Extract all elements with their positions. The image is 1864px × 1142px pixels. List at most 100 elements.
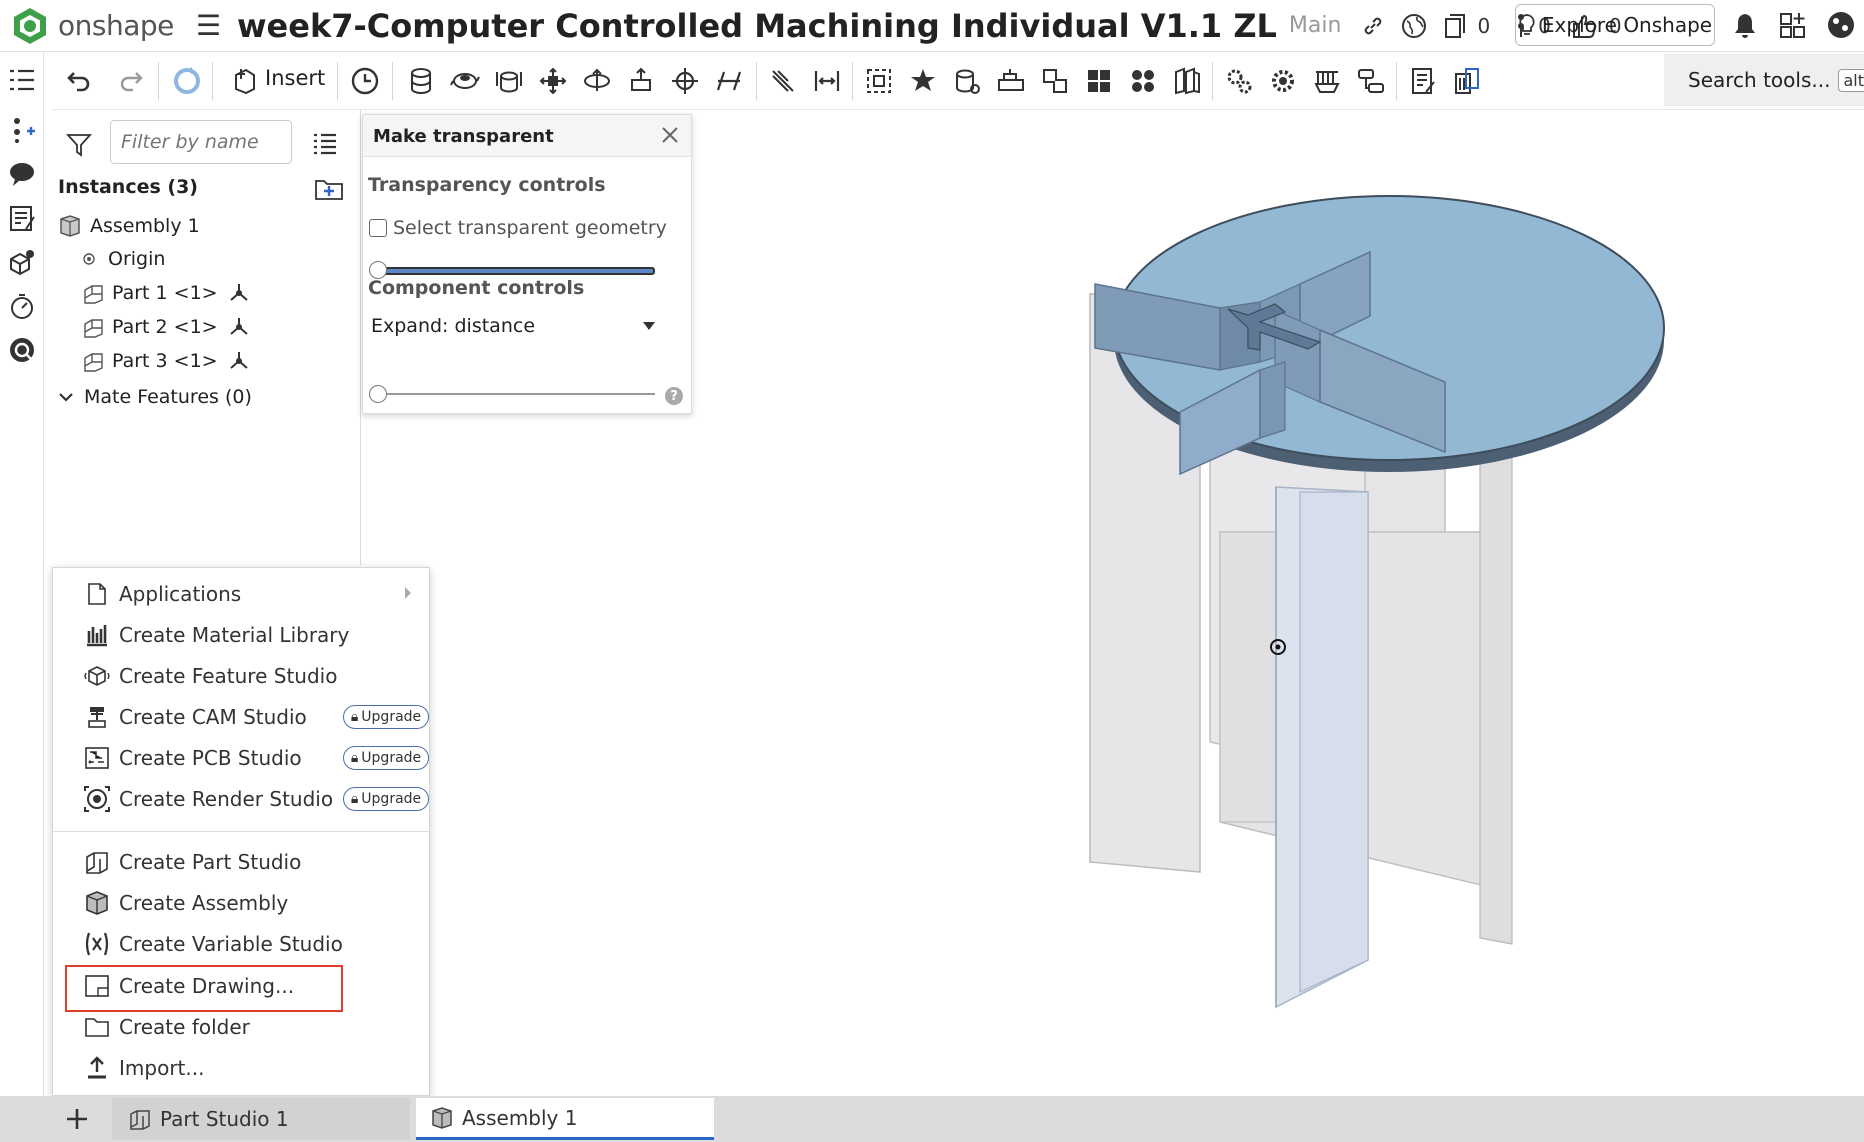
tree-item-assembly[interactable]: Assembly 1: [58, 214, 200, 238]
app-store-icon[interactable]: [1778, 10, 1808, 40]
tree-item-origin[interactable]: Origin: [82, 248, 165, 270]
bill-of-materials-icon[interactable]: [6, 202, 38, 234]
gear-relation-icon[interactable]: [994, 64, 1028, 98]
rack-pinion-icon[interactable]: [1038, 64, 1072, 98]
menu-item-create-feature-studio[interactable]: Create Feature Studio: [53, 656, 429, 696]
tree-item-label: Origin: [108, 248, 166, 270]
replicate-icon[interactable]: [1170, 64, 1204, 98]
user-avatar-icon[interactable]: [1826, 10, 1856, 40]
tree-item-label: Part 1 <1>: [112, 282, 218, 304]
redo-icon[interactable]: [114, 64, 148, 98]
display-states-icon[interactable]: [1450, 64, 1484, 98]
feature-list-icon[interactable]: [6, 64, 38, 96]
notifications-bell-icon[interactable]: [1730, 10, 1760, 40]
explore-onshape-button[interactable]: Explore Onshape: [1515, 4, 1715, 46]
undo-icon[interactable]: [62, 64, 96, 98]
globe-icon[interactable]: [1401, 13, 1427, 39]
render-search-icon[interactable]: [6, 334, 38, 366]
link-icon[interactable]: [1361, 14, 1385, 38]
menu-item-create-part-studio[interactable]: Create Part Studio: [53, 842, 429, 882]
linear-pattern-icon[interactable]: [1126, 64, 1160, 98]
screw-relation-icon[interactable]: [1082, 64, 1116, 98]
mate-features-group[interactable]: Mate Features (0): [58, 386, 252, 408]
configurations-icon[interactable]: [6, 246, 38, 278]
menu-item-applications[interactable]: Applications: [53, 574, 429, 614]
history-clock-icon[interactable]: [348, 64, 382, 98]
expand-slider-handle[interactable]: [369, 385, 387, 403]
comments-icon[interactable]: [6, 158, 38, 190]
mate-connector-tool-icon[interactable]: [862, 64, 896, 98]
help-icon[interactable]: ?: [665, 387, 683, 405]
upgrade-badge[interactable]: 🔒︎ Upgrade: [343, 705, 429, 729]
menu-item-create-render-studio[interactable]: Create Render Studio 🔒︎ Upgrade: [53, 779, 429, 819]
width-mate-icon[interactable]: [810, 64, 844, 98]
new-folder-icon[interactable]: [314, 176, 344, 202]
search-tools-button[interactable]: Search tools... alt/⌥: [1664, 54, 1864, 106]
menu-item-label: Import...: [119, 1056, 205, 1080]
mate-connector-icon[interactable]: [6, 114, 38, 146]
fastened-mate-icon[interactable]: [404, 64, 438, 98]
component-controls-heading: Component controls: [368, 277, 585, 299]
part-icon: [82, 316, 104, 338]
menu-item-create-cam-studio[interactable]: Create CAM Studio 🔒︎ Upgrade: [53, 697, 429, 737]
menu-item-label: Create Render Studio: [119, 787, 334, 811]
gear-icon[interactable]: [1266, 64, 1300, 98]
cylindrical-mate-icon[interactable]: [580, 64, 614, 98]
transparency-slider[interactable]: [373, 267, 655, 275]
ball-mate-icon[interactable]: [668, 64, 702, 98]
tree-item-part-3[interactable]: Part 3 <1>: [82, 350, 250, 372]
upgrade-badge[interactable]: 🔒︎ Upgrade: [343, 746, 429, 770]
insert-button[interactable]: Insert: [265, 66, 325, 90]
list-view-icon[interactable]: [312, 132, 338, 156]
tab-part-studio-1[interactable]: Part Studio 1: [112, 1098, 410, 1140]
mirror-gears-icon[interactable]: [1222, 64, 1256, 98]
viewport[interactable]: [700, 112, 1864, 1096]
cam-studio-icon: [83, 703, 111, 731]
regenerate-icon[interactable]: [170, 64, 204, 98]
revolute-mate-icon[interactable]: [448, 64, 482, 98]
search-shortcut-badge: alt/⌥: [1838, 68, 1864, 92]
menu-item-label: Create Feature Studio: [119, 664, 338, 688]
chevron-down-icon[interactable]: [58, 391, 74, 403]
hamburger-menu-icon[interactable]: ☰: [196, 9, 221, 42]
leg-panel-right-edge: [1479, 411, 1513, 945]
tangent-mate-icon[interactable]: [766, 64, 800, 98]
frames-icon[interactable]: [1310, 64, 1344, 98]
select-geometry-checkbox[interactable]: [369, 219, 387, 237]
menu-item-create-variable-studio[interactable]: Create Variable Studio: [53, 924, 429, 964]
named-positions-icon[interactable]: [1406, 64, 1440, 98]
slider-mate-icon[interactable]: [492, 64, 526, 98]
menu-item-create-assembly[interactable]: Create Assembly: [53, 883, 429, 923]
timer-icon[interactable]: [6, 290, 38, 322]
filter-by-name-input[interactable]: [110, 120, 292, 164]
insert-icon[interactable]: [228, 64, 262, 98]
import-icon: [83, 1054, 111, 1082]
planar-mate-icon[interactable]: [536, 64, 570, 98]
tree-item-part-2[interactable]: Part 2 <1>: [82, 316, 250, 338]
versions-control[interactable]: 0: [1443, 13, 1490, 39]
branch-label[interactable]: Main: [1289, 13, 1342, 38]
upgrade-badge[interactable]: 🔒︎ Upgrade: [343, 787, 429, 811]
group-icon[interactable]: [906, 64, 940, 98]
filter-icon[interactable]: [66, 132, 92, 158]
mate-connector-icon: [228, 282, 250, 304]
menu-item-create-folder[interactable]: Create folder: [53, 1007, 429, 1047]
pin-slot-mate-icon[interactable]: [624, 64, 658, 98]
menu-item-import[interactable]: Import...: [53, 1048, 429, 1088]
tab-assembly-1[interactable]: Assembly 1: [416, 1098, 714, 1140]
relation-icon[interactable]: [950, 64, 984, 98]
folder-icon: [83, 1013, 111, 1041]
onshape-logo[interactable]: onshape: [12, 6, 174, 46]
menu-item-create-pcb-studio[interactable]: Create PCB Studio 🔒︎ Upgrade: [53, 738, 429, 778]
expand-slider[interactable]: [373, 393, 655, 395]
model-3d-view[interactable]: [700, 112, 1864, 1096]
explode-icon[interactable]: [1354, 64, 1388, 98]
parallel-mate-icon[interactable]: [712, 64, 746, 98]
material-library-icon: [83, 621, 111, 649]
add-tab-icon[interactable]: [64, 1106, 90, 1132]
tree-item-part-1[interactable]: Part 1 <1>: [82, 282, 250, 304]
menu-item-create-material-library[interactable]: Create Material Library: [53, 615, 429, 655]
expand-select[interactable]: Expand: distance: [371, 311, 656, 341]
document-title[interactable]: week7-Computer Controlled Machining Indi…: [237, 7, 1277, 45]
close-icon[interactable]: [661, 126, 679, 144]
